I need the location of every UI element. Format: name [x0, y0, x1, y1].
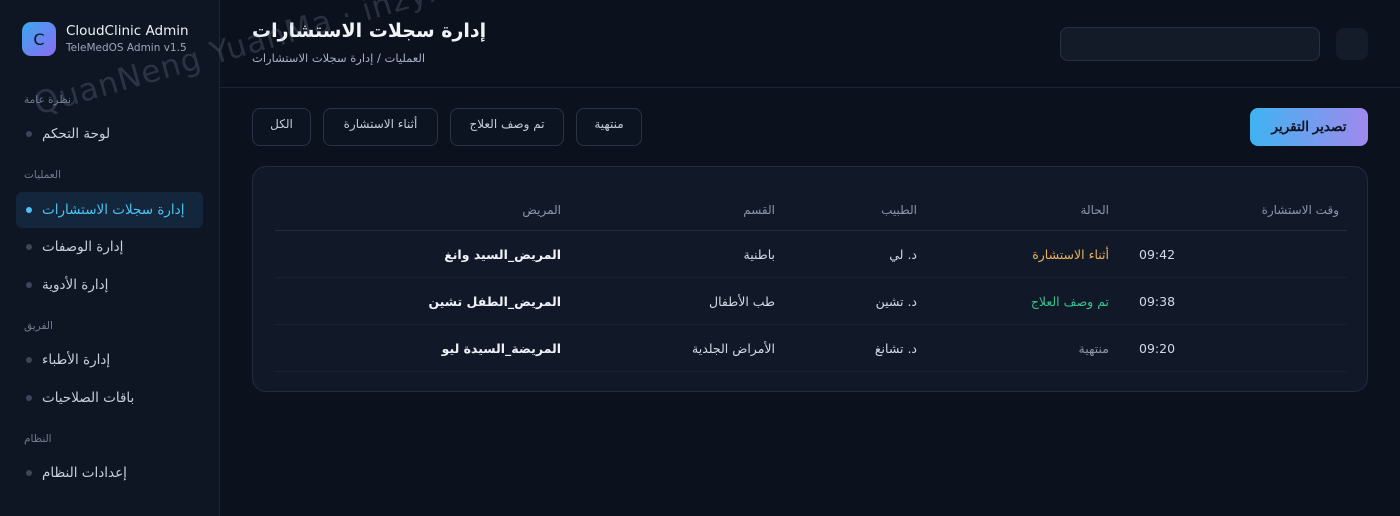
- filter-prescribed[interactable]: تم وصف العلاج: [450, 108, 564, 146]
- column-header-doctor[interactable]: الطبيب: [797, 189, 917, 230]
- bullet-icon: [26, 207, 32, 213]
- breadcrumb[interactable]: العمليات / إدارة سجلات الاستشارات: [252, 51, 425, 65]
- bullet-icon: [26, 244, 32, 250]
- sidebar-item-medicines[interactable]: إدارة الأدوية: [16, 267, 203, 303]
- column-header-time[interactable]: وقت الاستشارة: [1139, 189, 1339, 230]
- sidebar-item-label: باقات الصلاحيات: [42, 390, 135, 406]
- filter-in-consultation[interactable]: أثناء الاستشارة: [323, 108, 438, 146]
- sidebar-item-label: إدارة سجلات الاستشارات: [42, 202, 185, 218]
- status-label: منتهية: [1078, 340, 1109, 356]
- page-header: إدارة سجلات الاستشارات العمليات / إدارة …: [220, 0, 1400, 88]
- search-input[interactable]: [1060, 27, 1320, 61]
- sidebar-item-permissions[interactable]: باقات الصلاحيات: [16, 380, 203, 416]
- table-row[interactable]: المريضة_السيدة ليو الأمراض الجلدية د. تش…: [275, 325, 1347, 372]
- sidebar-item-label: إدارة الأطباء: [42, 352, 111, 368]
- consultation-time: 09:42: [1139, 246, 1176, 262]
- bullet-icon: [26, 395, 32, 401]
- nav-section-system: النظام: [24, 433, 52, 445]
- page-title: إدارة سجلات الاستشارات: [252, 20, 487, 42]
- sidebar: C CloudClinic Admin TeleMedOS Admin v1.5…: [0, 0, 220, 516]
- sidebar-item-settings[interactable]: إعدادات النظام: [16, 455, 203, 491]
- patient-name: المريض_الطفل تشين: [428, 293, 561, 309]
- sidebar-item-consultation-records[interactable]: إدارة سجلات الاستشارات: [16, 192, 203, 228]
- nav-section-team: الفريق: [24, 320, 53, 332]
- patient-name: المريض_السيد وانغ: [444, 246, 561, 262]
- nav-section-operations: العمليات: [24, 169, 61, 181]
- consultations-table: المريض القسم الطبيب الحالة وقت الاستشارة…: [252, 166, 1368, 392]
- column-header-department[interactable]: القسم: [575, 189, 775, 230]
- brand-name: CloudClinic Admin: [66, 23, 189, 39]
- sidebar-item-dashboard[interactable]: لوحة التحكم: [16, 116, 203, 152]
- brand-logo: C: [22, 22, 56, 56]
- status-label: أثناء الاستشارة: [1032, 246, 1109, 262]
- sidebar-item-label: لوحة التحكم: [42, 126, 111, 142]
- table-header-row: المريض القسم الطبيب الحالة وقت الاستشارة: [275, 189, 1347, 231]
- sidebar-item-prescriptions[interactable]: إدارة الوصفات: [16, 229, 203, 265]
- bullet-icon: [26, 470, 32, 476]
- export-report-button[interactable]: تصدير التقرير: [1250, 108, 1368, 146]
- status-label: تم وصف العلاج: [1030, 293, 1109, 309]
- brand-text: CloudClinic Admin TeleMedOS Admin v1.5: [66, 22, 189, 56]
- action-icon[interactable]: [1336, 28, 1368, 60]
- doctor-name: د. لي: [889, 246, 917, 262]
- department: باطنية: [743, 246, 775, 262]
- doctor-name: د. تشين: [875, 293, 917, 309]
- filter-finished[interactable]: منتهية: [576, 108, 642, 146]
- bullet-icon: [26, 282, 32, 288]
- table-row[interactable]: المريض_الطفل تشين طب الأطفال د. تشين تم …: [275, 278, 1347, 325]
- doctor-name: د. تشانغ: [874, 340, 917, 356]
- sidebar-item-doctors[interactable]: إدارة الأطباء: [16, 342, 203, 378]
- sidebar-item-label: إدارة الوصفات: [42, 239, 124, 255]
- column-header-patient[interactable]: المريض: [281, 189, 561, 230]
- table-row[interactable]: المريض_السيد وانغ باطنية د. لي أثناء الا…: [275, 231, 1347, 278]
- brand[interactable]: C CloudClinic Admin TeleMedOS Admin v1.5: [22, 22, 189, 56]
- department: الأمراض الجلدية: [692, 340, 775, 356]
- sidebar-item-label: إدارة الأدوية: [42, 277, 109, 293]
- bullet-icon: [26, 357, 32, 363]
- brand-version: TeleMedOS Admin v1.5: [66, 42, 187, 54]
- column-header-status[interactable]: الحالة: [929, 189, 1109, 230]
- consultation-time: 09:20: [1139, 340, 1176, 356]
- filter-all[interactable]: الكل: [252, 108, 311, 146]
- department: طب الأطفال: [709, 293, 775, 309]
- patient-name: المريضة_السيدة ليو: [441, 340, 561, 356]
- bullet-icon: [26, 131, 32, 137]
- nav-section-overview: نظرة عامة: [24, 94, 71, 106]
- sidebar-item-label: إعدادات النظام: [42, 465, 127, 481]
- consultation-time: 09:38: [1139, 293, 1176, 309]
